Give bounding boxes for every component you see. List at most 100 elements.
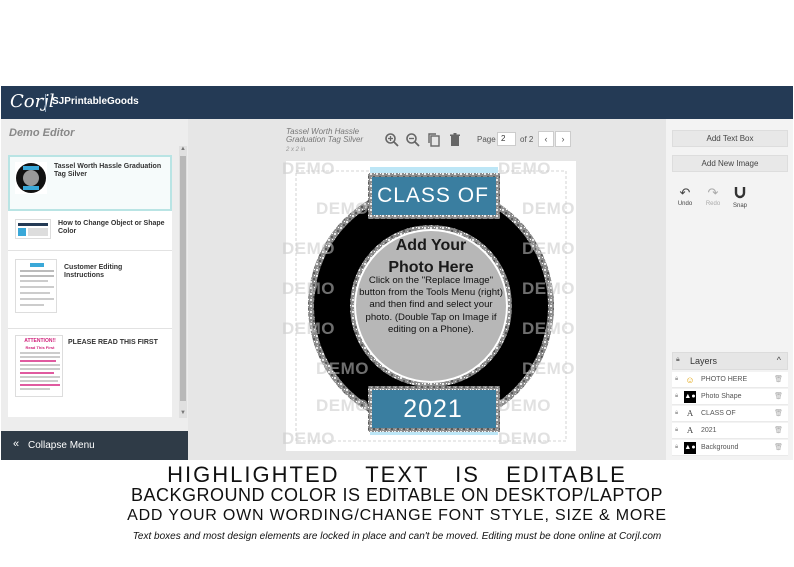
smiley-icon: ☺ — [685, 375, 695, 385]
copy-icon[interactable] — [426, 132, 442, 148]
lock-icon[interactable]: 🔒︎ — [675, 427, 678, 434]
layers-title: Layers — [690, 356, 718, 366]
document-size: 2 x 2 in — [286, 147, 306, 153]
text-icon: A — [687, 426, 693, 435]
zoom-in-icon[interactable] — [384, 132, 400, 148]
template-item-change-color[interactable]: How to Change Object or Shape Color — [8, 211, 172, 251]
redo-label: Redo — [705, 201, 721, 207]
layer-item[interactable]: 🔒︎ A 2021 🗑︎ — [672, 423, 788, 439]
demo-watermark: DEMO — [316, 359, 369, 378]
panel-title: Demo Editor — [9, 127, 75, 139]
add-text-box-button[interactable]: Add Text Box — [672, 130, 788, 147]
demo-watermark: DEMO — [522, 239, 575, 258]
layer-name: Background — [701, 444, 739, 451]
demo-watermark: DEMO — [282, 279, 335, 298]
shapes-icon: ▲● — [684, 442, 696, 454]
page-number-input[interactable]: 2 — [497, 132, 516, 146]
chevron-right-icon: › — [561, 134, 565, 144]
editor-window: Corjl SJPrintableGoods Demo Editor Tasse… — [1, 86, 793, 460]
demo-watermark: DEMO — [498, 396, 551, 415]
canvas-area: Tassel Worth Hassle Graduation Tag Silve… — [188, 119, 666, 460]
demo-watermark: DEMO — [316, 396, 369, 415]
template-item-tassel[interactable]: Tassel Worth Hassle Graduation Tag Silve… — [8, 155, 172, 211]
undo-button[interactable]: ↶ Undo — [673, 185, 697, 208]
chevron-up-icon[interactable]: ^ — [777, 355, 781, 365]
trash-icon[interactable]: 🗑︎ — [774, 443, 783, 451]
template-thumbnail: ATTENTION!! Read This First — [15, 335, 63, 397]
layer-name: 2021 — [701, 427, 717, 434]
trash-icon[interactable]: 🗑︎ — [774, 375, 783, 383]
left-panel: Demo Editor Tassel Worth Hassle Graduati… — [1, 119, 188, 460]
template-thumbnail — [15, 259, 57, 313]
page-label: Page — [477, 135, 496, 144]
demo-watermark: DEMO — [498, 429, 551, 448]
demo-watermark: DEMO — [282, 239, 335, 258]
top-bar: Corjl SJPrintableGoods — [1, 86, 793, 119]
demo-watermark: DEMO — [282, 319, 335, 338]
lock-icon[interactable]: 🔒︎ — [675, 410, 678, 417]
template-label: How to Change Object or Shape Color — [58, 220, 165, 235]
left-scrollbar[interactable]: ▲ ▼ — [179, 146, 187, 418]
caption-background-editable: BACKGROUND COLOR IS EDITABLE ON DESKTOP/… — [130, 485, 664, 505]
right-panel: Add Text Box Add New Image ↶ Undo ↷ Redo… — [666, 119, 793, 460]
template-item-instructions[interactable]: Customer Editing Instructions — [8, 251, 172, 329]
chevron-left-icon: ‹ — [544, 134, 548, 144]
collapse-menu-button[interactable]: « Collapse Menu — [1, 431, 188, 460]
demo-watermark: DEMO — [522, 199, 575, 218]
design-artboard[interactable]: DEMO DEMO DEMO DEMO DEMO DEMO DEMO DEMO … — [282, 159, 576, 451]
add-new-image-button[interactable]: Add New Image — [672, 155, 788, 172]
prev-page-button[interactable]: ‹ — [538, 131, 554, 147]
corjl-logo[interactable]: Corjl — [10, 91, 55, 112]
demo-watermark: DEMO — [522, 359, 575, 378]
shop-name: SJPrintableGoods — [52, 96, 139, 107]
page-total: of 2 — [520, 135, 534, 144]
document-title: Tassel Worth Hassle Graduation Tag Silve… — [286, 127, 364, 144]
thumb-subheading: Read This First — [25, 345, 55, 350]
template-label: Tassel Worth Hassle Graduation Tag Silve… — [54, 163, 162, 178]
shapes-icon: ▲● — [684, 391, 696, 403]
layer-item[interactable]: 🔒︎ ▲● Background 🗑︎ — [672, 440, 788, 456]
layer-name: Photo Shape — [701, 393, 742, 400]
scroll-up-icon[interactable]: ▲ — [180, 146, 186, 152]
layers-header[interactable]: 🔒︎ Layers ^ — [672, 352, 788, 370]
trash-icon[interactable] — [447, 132, 463, 148]
redo-button[interactable]: ↷ Redo — [701, 186, 725, 208]
demo-watermark: DEMO — [522, 319, 575, 338]
snap-label: Snap — [732, 203, 747, 209]
demo-watermark: DEMO — [522, 279, 575, 298]
collapse-menu-label: Collapse Menu — [28, 440, 95, 451]
lock-icon: 🔒︎ — [676, 356, 680, 363]
demo-watermark: DEMO — [316, 199, 369, 218]
text-icon: A — [687, 409, 693, 418]
lock-icon[interactable]: 🔒︎ — [675, 393, 678, 400]
layer-item[interactable]: 🔒︎ ▲● Photo Shape 🗑︎ — [672, 389, 788, 405]
layer-name: PHOTO HERE — [701, 376, 748, 383]
layer-name: CLASS OF — [701, 410, 736, 417]
trash-icon[interactable]: 🗑︎ — [774, 392, 783, 400]
scroll-thumb[interactable] — [180, 156, 186, 401]
demo-watermark: DEMO — [498, 159, 551, 178]
double-chevron-left-icon: « — [13, 438, 20, 450]
layer-item[interactable]: 🔒︎ ☺ PHOTO HERE 🗑︎ — [672, 372, 788, 388]
template-item-read-first[interactable]: ATTENTION!! Read This First PLEASE READ … — [8, 329, 172, 417]
photo-title-text[interactable]: Add Your Photo Here — [371, 235, 491, 279]
undo-icon: ↶ — [679, 185, 691, 200]
zoom-out-icon[interactable] — [405, 132, 421, 148]
trash-icon[interactable]: 🗑︎ — [774, 426, 783, 434]
magnet-icon — [728, 186, 752, 202]
next-page-button[interactable]: › — [555, 131, 571, 147]
trash-icon[interactable]: 🗑︎ — [774, 409, 783, 417]
lock-icon[interactable]: 🔒︎ — [675, 376, 678, 383]
divider — [45, 94, 46, 112]
layer-item[interactable]: 🔒︎ A CLASS OF 🗑︎ — [672, 406, 788, 422]
demo-watermark: DEMO — [282, 159, 335, 178]
year-text[interactable]: 2021 — [368, 394, 498, 424]
template-thumbnail — [15, 219, 51, 239]
template-list: Tassel Worth Hassle Graduation Tag Silve… — [8, 155, 172, 417]
class-of-text[interactable]: CLASS OF — [368, 181, 498, 211]
scroll-down-icon[interactable]: ▼ — [180, 410, 186, 416]
undo-label: Undo — [677, 201, 693, 207]
template-label: Customer Editing Instructions — [64, 264, 123, 279]
lock-icon[interactable]: 🔒︎ — [675, 444, 678, 451]
snap-button[interactable]: Snap — [728, 186, 752, 209]
